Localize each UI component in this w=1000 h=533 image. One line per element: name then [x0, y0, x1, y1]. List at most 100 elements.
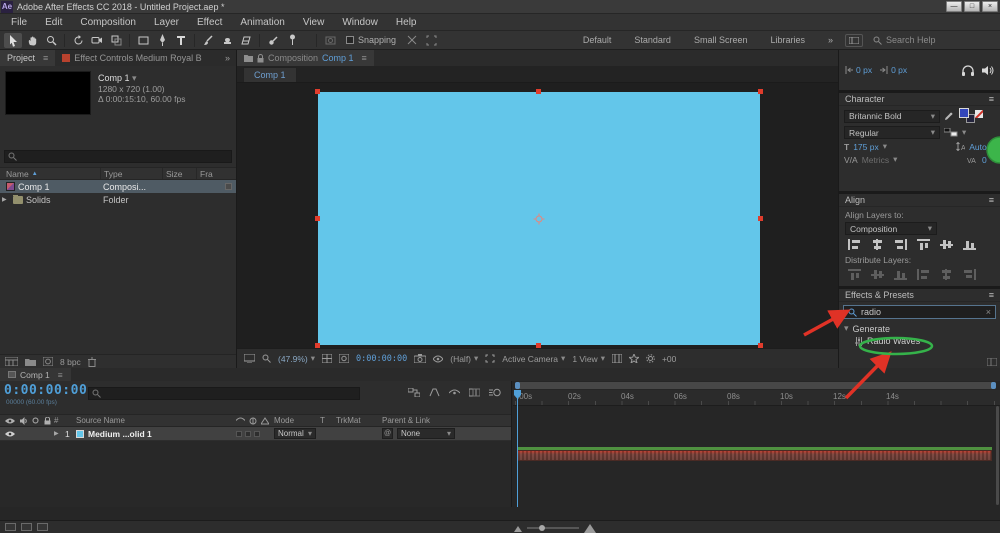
- transform-handle[interactable]: [758, 215, 763, 221]
- column-parent-link[interactable]: Parent & Link: [382, 416, 511, 425]
- project-search-input[interactable]: [20, 151, 228, 162]
- zoom-in-mountain-icon[interactable]: [584, 523, 596, 533]
- distribute-top-button[interactable]: [845, 267, 864, 281]
- font-family-select[interactable]: Britannic Bold ▾: [844, 109, 940, 123]
- leading-value[interactable]: Auto: [969, 142, 987, 152]
- layer-name[interactable]: Medium ...olid 1: [88, 429, 152, 439]
- layer-switch-icon[interactable]: [254, 430, 260, 437]
- column-preserve-transparency[interactable]: T: [320, 416, 336, 425]
- maximize-button[interactable]: □: [964, 1, 980, 12]
- brush-tool[interactable]: [199, 33, 217, 48]
- mask-visibility-icon[interactable]: [339, 354, 350, 363]
- menu-effect[interactable]: Effect: [188, 17, 231, 28]
- zoom-slider[interactable]: [527, 525, 579, 531]
- toggle-transfer-pane-icon[interactable]: [21, 523, 32, 531]
- camera-view-select[interactable]: Active Camera ▾: [502, 353, 565, 364]
- region-of-interest-icon[interactable]: [485, 354, 495, 363]
- effects-search-input[interactable]: [861, 307, 982, 317]
- align-horizontal-center-button[interactable]: [868, 237, 887, 251]
- eyedropper-icon[interactable]: [944, 112, 953, 121]
- chevron-down-icon[interactable]: ▾: [991, 154, 995, 165]
- minimize-button[interactable]: —: [946, 1, 962, 12]
- panel-menu-icon[interactable]: ≡: [989, 94, 994, 104]
- workspace-bar-icon[interactable]: [845, 33, 863, 47]
- menu-window[interactable]: Window: [333, 17, 387, 28]
- menu-file[interactable]: File: [2, 17, 36, 28]
- clone-stamp-tool[interactable]: [218, 33, 236, 48]
- project-row-solids[interactable]: ▶ Solids Folder: [0, 193, 236, 206]
- pan-behind-tool[interactable]: [107, 33, 125, 48]
- selection-tool[interactable]: [4, 32, 22, 48]
- workspace-overflow-icon[interactable]: »: [817, 35, 844, 45]
- font-style-select[interactable]: Regular ▾: [844, 126, 940, 139]
- fill-color-swatch[interactable]: [959, 108, 969, 118]
- roto-brush-tool[interactable]: [264, 33, 282, 48]
- mask-mode-icon[interactable]: [321, 33, 339, 48]
- zoom-slider-handle[interactable]: [539, 525, 545, 531]
- tab-composition[interactable]: Composition Comp 1 ≡: [237, 50, 374, 66]
- distribute-vertical-center-button[interactable]: [868, 267, 887, 281]
- playhead[interactable]: [514, 390, 521, 507]
- panel-menu-icon[interactable]: ≡: [362, 53, 367, 63]
- close-button[interactable]: ×: [982, 1, 998, 12]
- view-layout-select[interactable]: 1 View ▾: [572, 353, 605, 364]
- panel-resize-icon[interactable]: [987, 358, 997, 366]
- exposure-gear-icon[interactable]: [646, 354, 655, 363]
- layer-switch-icon[interactable]: [245, 430, 251, 437]
- new-composition-icon[interactable]: [43, 357, 53, 366]
- kerning-value[interactable]: Metrics: [862, 155, 889, 165]
- show-snapshot-icon[interactable]: [433, 355, 444, 363]
- speaker-icon[interactable]: [982, 65, 994, 76]
- column-source-name[interactable]: Source Name: [76, 416, 236, 425]
- headphones-icon[interactable]: [962, 64, 974, 76]
- resolution-select[interactable]: (Half) ▾: [450, 353, 478, 364]
- column-mode[interactable]: Mode: [274, 416, 320, 425]
- workspace-default[interactable]: Default: [572, 35, 623, 45]
- distribute-right-button[interactable]: [960, 267, 979, 281]
- layer-visibility-icon[interactable]: [5, 431, 15, 437]
- effect-radio-waves[interactable]: Radio Waves: [839, 335, 1000, 347]
- layer-row-1[interactable]: ▶ 1 Medium ...olid 1 Normal ▾ @ None ▾: [0, 427, 511, 440]
- crosshair-icon[interactable]: [422, 33, 440, 48]
- parent-select[interactable]: None ▾: [397, 428, 455, 439]
- project-row-comp1[interactable]: Comp 1 Composi...: [0, 180, 236, 193]
- chevron-down-icon[interactable]: ▾: [991, 141, 995, 152]
- time-ruler[interactable]: :00s 02s 04s 06s 08s 10s 12s 14s: [513, 390, 1000, 406]
- timeline-timecode[interactable]: 0:00:00:00: [4, 383, 87, 398]
- frame-blending-icon[interactable]: [469, 388, 480, 397]
- puppet-pin-tool[interactable]: [283, 33, 301, 48]
- motion-blur-icon[interactable]: [489, 388, 501, 397]
- zoom-select[interactable]: (47.9%) ▾: [278, 353, 315, 364]
- layer-switch-icon[interactable]: [236, 430, 242, 437]
- camera-tool[interactable]: [88, 33, 106, 48]
- help-search-input[interactable]: [886, 35, 950, 45]
- exposure-value[interactable]: +00: [662, 354, 676, 364]
- menu-edit[interactable]: Edit: [36, 17, 71, 28]
- align-target-select[interactable]: Composition ▾: [845, 222, 937, 235]
- workspace-small-screen[interactable]: Small Screen: [683, 35, 759, 45]
- composition-mini-flowchart-icon[interactable]: [408, 388, 420, 397]
- menu-composition[interactable]: Composition: [71, 17, 145, 28]
- layer-twirl-icon[interactable]: ▶: [54, 430, 62, 437]
- effects-group-generate[interactable]: ▾ Generate: [839, 321, 1000, 335]
- hide-shy-icon[interactable]: [449, 389, 460, 397]
- column-frames[interactable]: Fra: [196, 168, 236, 179]
- column-name[interactable]: Name: [6, 169, 29, 179]
- transform-handle[interactable]: [758, 89, 763, 94]
- chevron-down-icon[interactable]: ▾: [893, 154, 897, 165]
- distribute-horizontal-center-button[interactable]: [937, 267, 956, 281]
- grid-guides-icon[interactable]: [322, 354, 333, 363]
- transform-handle[interactable]: [536, 89, 541, 94]
- workspace-libraries[interactable]: Libraries: [759, 35, 816, 45]
- comp-name-flyout-icon[interactable]: ▾: [132, 73, 137, 83]
- panel-menu-icon[interactable]: ≡: [43, 53, 48, 63]
- tracking-value[interactable]: 0: [982, 155, 987, 165]
- twirl-icon[interactable]: ▶: [2, 196, 10, 203]
- snapping-checkbox[interactable]: [346, 36, 354, 44]
- new-folder-icon[interactable]: [25, 358, 36, 366]
- panel-menu-icon[interactable]: ≡: [989, 290, 994, 300]
- indent-left-field[interactable]: 0 px: [845, 65, 872, 75]
- bit-depth[interactable]: 8 bpc: [60, 357, 81, 367]
- align-bottom-button[interactable]: [960, 237, 979, 251]
- zoom-tool[interactable]: [42, 33, 60, 48]
